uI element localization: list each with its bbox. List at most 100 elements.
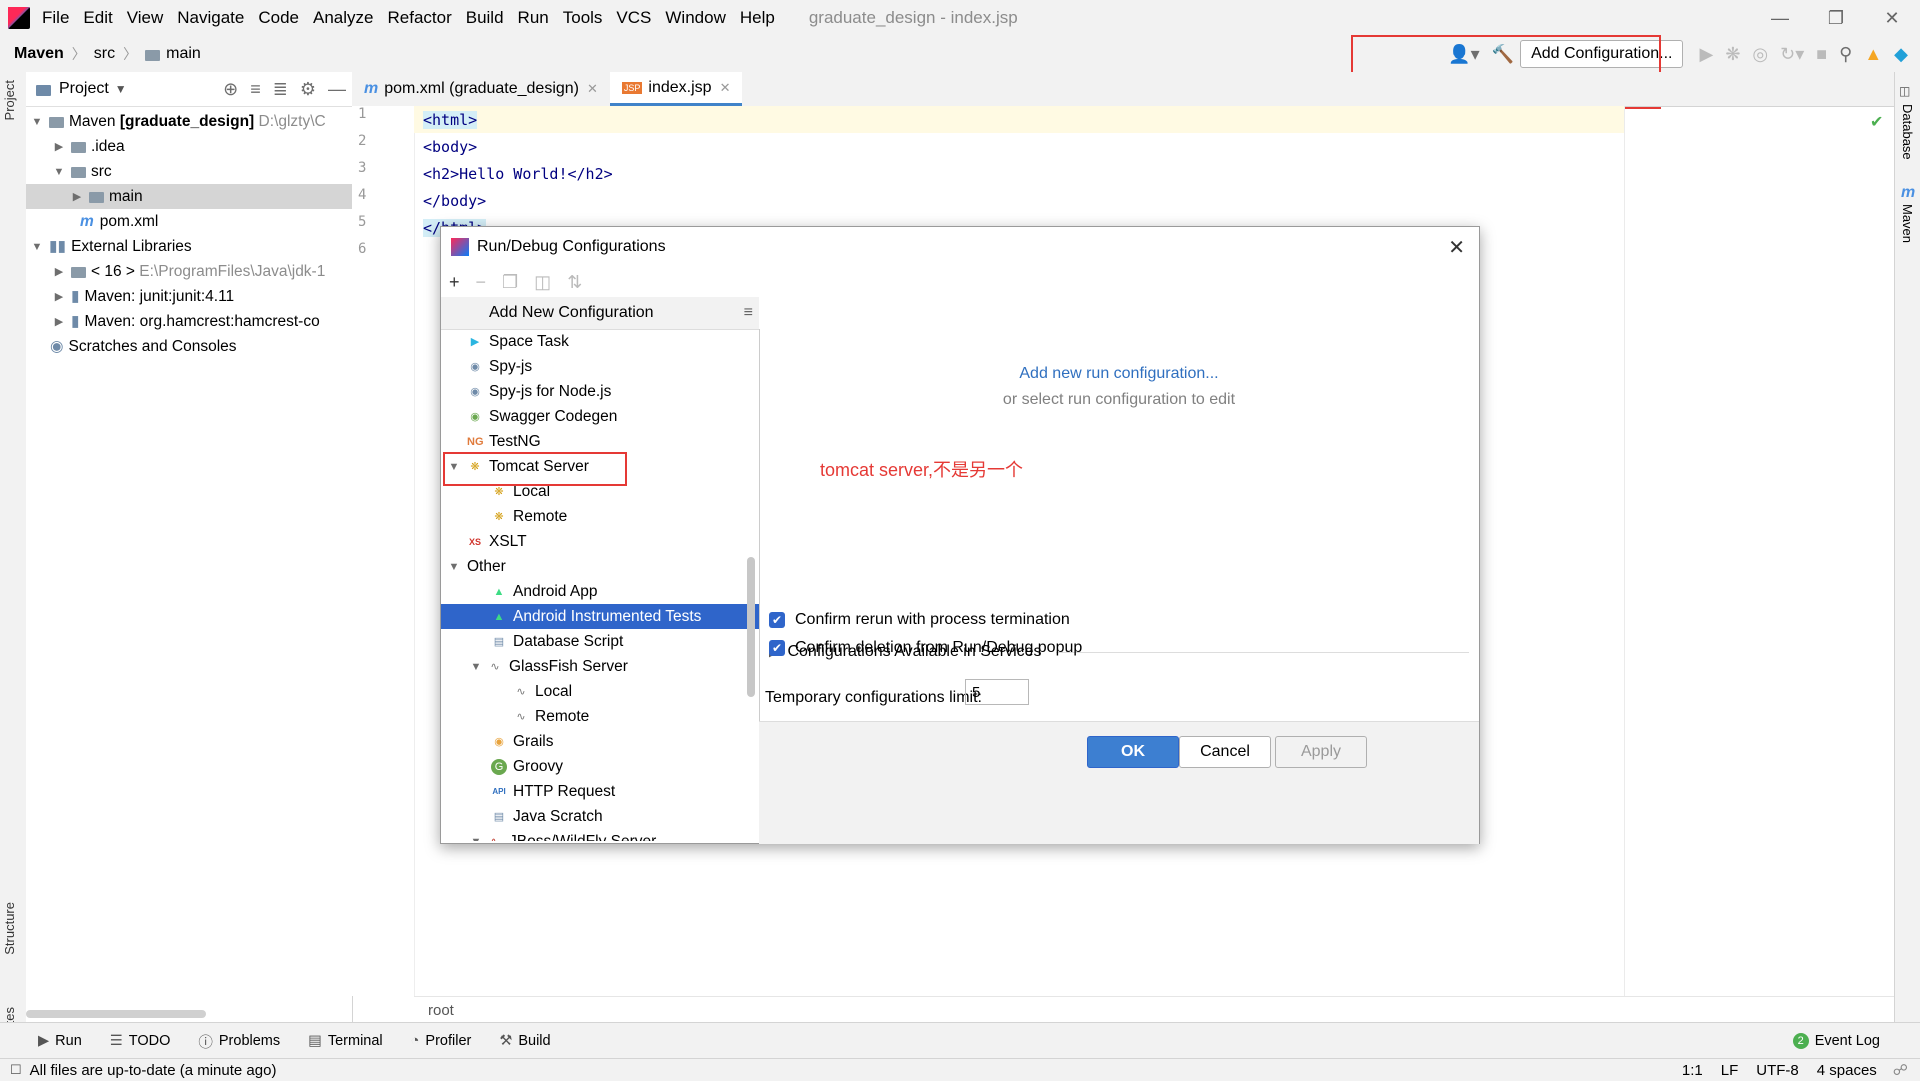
- menu-code[interactable]: Code: [258, 8, 299, 28]
- list-item-jboss-wildfly[interactable]: ▼ ∿ JBoss/WildFly Server: [441, 829, 759, 842]
- menu-run[interactable]: Run: [518, 8, 549, 28]
- tree-item-jdk[interactable]: ▶ < 16 > E:\ProgramFiles\Java\jdk-1: [26, 259, 352, 284]
- menu-vcs[interactable]: VCS: [616, 8, 651, 28]
- coverage-icon[interactable]: ◎: [1752, 44, 1768, 65]
- stop-icon[interactable]: ■: [1816, 44, 1827, 65]
- tree-item-src[interactable]: ▼ src: [26, 159, 352, 184]
- list-item-xslt[interactable]: XS XSLT: [441, 529, 759, 554]
- tree-item-idea[interactable]: ▶ .idea: [26, 134, 352, 159]
- status-toggle-icon[interactable]: ☐: [10, 1062, 22, 1078]
- tree-item-hamcrest[interactable]: ▶ ▮ Maven: org.hamcrest:hamcrest-co: [26, 309, 352, 334]
- chevron-down-icon[interactable]: ▼: [469, 661, 483, 673]
- profile-icon[interactable]: ↻▾: [1780, 44, 1804, 65]
- tree-item-scratches[interactable]: ◉ Scratches and Consoles: [26, 334, 352, 359]
- hide-panel-icon[interactable]: —: [328, 79, 346, 100]
- breadcrumb-src[interactable]: src: [94, 45, 115, 63]
- confirm-rerun-checkbox[interactable]: ✔: [769, 612, 785, 628]
- confirm-rerun-row[interactable]: ✔ Confirm rerun with process termination: [769, 611, 1070, 629]
- list-item-tomcat-remote[interactable]: ❋ Remote: [441, 504, 759, 529]
- list-item-swagger-codegen[interactable]: ◉ Swagger Codegen: [441, 404, 759, 429]
- editor-breadcrumb-root[interactable]: root: [428, 1002, 454, 1019]
- list-item-spy-js-node[interactable]: ◉ Spy-js for Node.js: [441, 379, 759, 404]
- indent-setting[interactable]: 4 spaces: [1817, 1062, 1877, 1079]
- confirm-deletion-row[interactable]: ✔ Confirm deletion from Run/Debug popup: [769, 639, 1082, 657]
- menu-tools[interactable]: Tools: [563, 8, 603, 28]
- update-icon[interactable]: ▲: [1864, 44, 1882, 65]
- collapse-icon[interactable]: ≡: [744, 304, 753, 322]
- structure-tool-tab[interactable]: Structure: [2, 902, 17, 955]
- chevron-down-icon[interactable]: ▼: [52, 166, 66, 178]
- file-encoding[interactable]: UTF-8: [1756, 1062, 1799, 1079]
- close-window-icon[interactable]: ✕: [1864, 8, 1920, 29]
- sort-icon[interactable]: ⇅: [567, 272, 582, 293]
- menu-edit[interactable]: Edit: [83, 8, 112, 28]
- tab-pom-xml[interactable]: m pom.xml (graduate_design) ✕: [352, 72, 610, 106]
- debug-icon[interactable]: ❋: [1725, 44, 1740, 65]
- apply-button[interactable]: Apply: [1275, 736, 1367, 768]
- list-item-other[interactable]: ▼ Other: [441, 554, 759, 579]
- breadcrumb-project[interactable]: Maven: [14, 45, 64, 63]
- list-item-groovy[interactable]: G Groovy: [441, 754, 759, 779]
- add-new-run-configuration-link[interactable]: Add new run configuration...: [759, 365, 1479, 383]
- chevron-down-icon[interactable]: ▼: [447, 561, 461, 573]
- close-icon[interactable]: ✕: [587, 81, 598, 97]
- build-tool-button[interactable]: ⚒ Build: [499, 1033, 550, 1049]
- ok-button[interactable]: OK: [1087, 736, 1179, 768]
- code-line[interactable]: </body>: [414, 187, 1624, 214]
- menu-window[interactable]: Window: [665, 8, 725, 28]
- list-item-java-scratch[interactable]: ▤ Java Scratch: [441, 804, 759, 829]
- temp-limit-input[interactable]: 5: [965, 679, 1029, 705]
- search-icon[interactable]: ⚲: [1839, 44, 1852, 65]
- list-item-space-task[interactable]: ▶ Space Task: [441, 329, 759, 354]
- list-item-glassfish-server[interactable]: ▼ ∿ GlassFish Server: [441, 654, 759, 679]
- list-item-android-instrumented-tests[interactable]: ▲ Android Instrumented Tests: [441, 604, 759, 629]
- folder-icon[interactable]: ◫: [534, 272, 551, 293]
- code-line[interactable]: <body>: [414, 133, 1624, 160]
- project-tool-tab[interactable]: Project: [2, 80, 17, 120]
- run-tool-button[interactable]: ▶ Run: [38, 1033, 82, 1049]
- chevron-right-icon[interactable]: ▶: [70, 190, 84, 203]
- close-icon[interactable]: ✕: [720, 80, 731, 96]
- chevron-down-icon[interactable]: ▼: [469, 836, 483, 842]
- gear-icon[interactable]: ⚙: [300, 79, 316, 100]
- remove-icon[interactable]: −: [476, 272, 487, 293]
- code-line[interactable]: <h2>Hello World!</h2>: [414, 160, 1624, 187]
- collapse-all-icon[interactable]: ≣: [273, 79, 288, 100]
- copy-icon[interactable]: ❐: [502, 272, 518, 293]
- menu-help[interactable]: Help: [740, 8, 775, 28]
- cancel-button[interactable]: Cancel: [1179, 736, 1271, 768]
- list-item-android-app[interactable]: ▲ Android App: [441, 579, 759, 604]
- confirm-deletion-checkbox[interactable]: ✔: [769, 640, 785, 656]
- close-icon[interactable]: ✕: [1448, 235, 1465, 260]
- menu-navigate[interactable]: Navigate: [177, 8, 244, 28]
- list-item-grails[interactable]: ◉ Grails: [441, 729, 759, 754]
- tree-item-junit[interactable]: ▶ ▮ Maven: junit:junit:4.11: [26, 284, 352, 309]
- menu-analyze[interactable]: Analyze: [313, 8, 373, 28]
- run-icon[interactable]: ▶: [1699, 44, 1713, 65]
- horizontal-scrollbar[interactable]: [26, 1010, 206, 1018]
- restore-icon[interactable]: ❐: [1808, 8, 1864, 29]
- chevron-right-icon[interactable]: ▶: [52, 265, 66, 278]
- caret-position[interactable]: 1:1: [1682, 1062, 1703, 1079]
- list-item-database-script[interactable]: ▤ Database Script: [441, 629, 759, 654]
- project-view-selector[interactable]: Project: [59, 80, 109, 98]
- list-item-http-request[interactable]: API HTTP Request: [441, 779, 759, 804]
- chevron-right-icon[interactable]: ▶: [52, 290, 66, 303]
- terminal-tool-button[interactable]: ▤ Terminal: [308, 1033, 383, 1049]
- dropdown-arrow-icon[interactable]: ▼: [115, 82, 127, 96]
- toolbox-icon[interactable]: ◆: [1894, 44, 1908, 65]
- problems-tool-button[interactable]: ⓘ Problems: [198, 1031, 280, 1052]
- add-icon[interactable]: +: [449, 272, 460, 293]
- menu-view[interactable]: View: [127, 8, 164, 28]
- menu-file[interactable]: File: [42, 8, 69, 28]
- list-item-glassfish-remote[interactable]: ∿ Remote: [441, 704, 759, 729]
- locate-icon[interactable]: ⊕: [223, 79, 238, 100]
- tree-item-maven-root[interactable]: ▼ Maven [graduate_design] D:\glzty\C: [26, 109, 352, 134]
- profiler-tool-button[interactable]: ◔ Profiler: [411, 1033, 472, 1049]
- chevron-down-icon[interactable]: ▼: [30, 241, 44, 253]
- chevron-right-icon[interactable]: ▶: [52, 315, 66, 328]
- tree-item-external-libraries[interactable]: ▼ ▮▮ External Libraries: [26, 234, 352, 259]
- expand-all-icon[interactable]: ≡: [250, 79, 261, 100]
- maven-tool-tab[interactable]: Maven: [1900, 204, 1915, 243]
- breadcrumb-main[interactable]: main: [166, 45, 201, 63]
